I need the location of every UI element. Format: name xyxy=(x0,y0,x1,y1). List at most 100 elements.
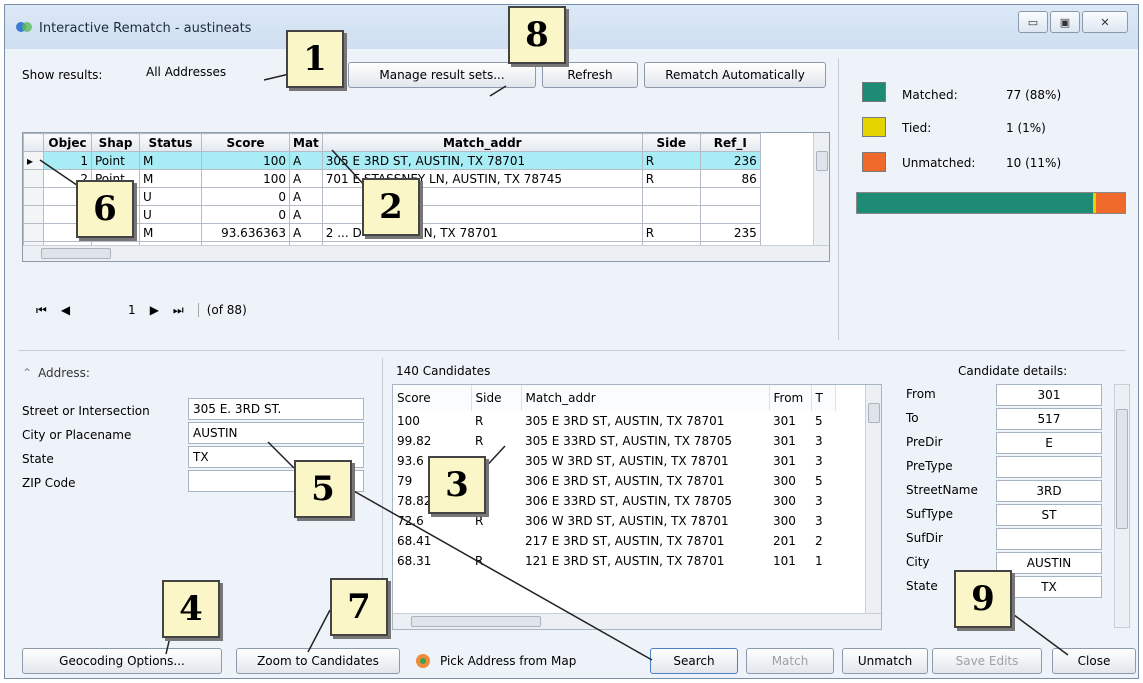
grid-col-header[interactable]: Score xyxy=(201,133,290,152)
grid-col-header[interactable]: Ref_I xyxy=(699,133,761,152)
pick-address-button[interactable]: Pick Address from Map xyxy=(414,650,576,672)
candidate-col-header[interactable]: Score xyxy=(393,385,472,411)
candidate-row[interactable]: 68.31 R 121 E 3RD ST, AUSTIN, TX 78701 101 1 xyxy=(393,551,835,571)
grid-col-header[interactable]: Mat xyxy=(289,133,323,152)
candidates-scroll-thumb[interactable] xyxy=(868,403,880,423)
matched-value: 77 (88%) xyxy=(1006,88,1062,102)
row-selector[interactable]: ▸ xyxy=(23,151,44,170)
next-page-icon[interactable]: ▶ xyxy=(150,303,159,317)
unmatched-label: Unmatched: xyxy=(902,156,976,170)
candidate-details-header: Candidate details: xyxy=(958,364,1068,378)
detail-value[interactable]: 517 xyxy=(996,408,1102,430)
table-cell: 0 xyxy=(201,205,290,224)
candidate-col-header[interactable]: T xyxy=(811,385,836,411)
candidate-cell: 300 xyxy=(773,494,796,508)
candidate-row[interactable]: 99.82 R 305 E 33RD ST, AUSTIN, TX 78705 301… xyxy=(393,431,835,451)
grid-col-header[interactable]: Side xyxy=(641,133,701,152)
close-button[interactable]: Close xyxy=(1052,648,1136,674)
results-grid[interactable]: Objec Shap Status Score Mat Match_addr Side Ref… xyxy=(22,132,830,262)
zoom-to-candidates-button[interactable]: Zoom to Candidates xyxy=(236,648,400,674)
row-selector[interactable] xyxy=(23,223,44,242)
first-page-icon[interactable]: ⏮ xyxy=(36,303,47,318)
row-selector[interactable] xyxy=(23,205,44,224)
callout-8: 8 xyxy=(508,6,566,64)
geocoding-options-button[interactable]: Geocoding Options... xyxy=(22,648,222,674)
table-cell: R xyxy=(641,169,701,188)
candidate-col-header[interactable]: Side xyxy=(471,385,522,411)
detail-value[interactable]: 3RD xyxy=(996,480,1102,502)
detail-value[interactable]: E xyxy=(996,432,1102,454)
table-cell: U xyxy=(139,187,202,206)
detail-key: SufType xyxy=(906,507,954,521)
details-scrollbar[interactable] xyxy=(1114,384,1130,628)
match-button[interactable]: Match xyxy=(746,648,834,674)
matched-swatch xyxy=(862,82,886,102)
manage-result-sets-button[interactable]: Manage result sets... xyxy=(348,62,536,88)
callout-2: 2 xyxy=(362,178,420,236)
show-results-label: Show results: xyxy=(22,68,103,82)
detail-key: State xyxy=(906,579,938,593)
table-row[interactable]: ▸ 1 Point M 100 A 305 E 3RD ST, AUSTIN, TX 787… xyxy=(23,151,761,170)
candidate-cell: 301 xyxy=(773,414,796,428)
detail-row: From 301 xyxy=(902,384,1102,406)
candidate-cell: 301 xyxy=(773,434,796,448)
unmatch-button[interactable]: Unmatch xyxy=(842,648,928,674)
details-scroll-thumb[interactable] xyxy=(1116,409,1128,529)
detail-key: To xyxy=(906,411,919,425)
rematch-automatically-button[interactable]: Rematch Automatically xyxy=(644,62,826,88)
detail-value[interactable]: 301 xyxy=(996,384,1102,406)
candidate-row[interactable]: 100 R 305 E 3RD ST, AUSTIN, TX 78701 301 5 xyxy=(393,411,835,431)
row-selector[interactable] xyxy=(23,169,44,188)
address-header-label: Address: xyxy=(38,366,90,380)
grid-vertical-scrollbar[interactable] xyxy=(813,133,829,245)
city-input[interactable]: AUSTIN xyxy=(188,422,364,444)
unmatched-bar-segment xyxy=(1095,193,1125,213)
detail-key: PreDir xyxy=(906,435,943,449)
pick-address-label: Pick Address from Map xyxy=(440,654,577,668)
show-results-select[interactable]: All Addresses xyxy=(142,62,302,86)
row-selector[interactable] xyxy=(23,187,44,206)
detail-row: SufType ST xyxy=(902,504,1102,526)
candidates-vertical-scrollbar[interactable] xyxy=(865,385,881,613)
grid-scroll-thumb[interactable] xyxy=(816,151,828,171)
panel-divider xyxy=(838,58,839,340)
maximize-button[interactable]: ▣ xyxy=(1050,11,1080,33)
candidate-row[interactable]: 68.41 217 E 3RD ST, AUSTIN, TX 78701 201 2 xyxy=(393,531,835,551)
page-number-input[interactable]: 1 xyxy=(128,303,136,317)
detail-value[interactable] xyxy=(996,456,1102,478)
street-input[interactable]: 305 E. 3RD ST. xyxy=(188,398,364,420)
prev-page-icon[interactable]: ◀ xyxy=(61,303,70,317)
table-cell: M xyxy=(139,223,202,242)
grid-hscroll-thumb[interactable] xyxy=(41,248,111,259)
candidate-row[interactable]: 72.6 R 306 W 3RD ST, AUSTIN, TX 78701 300 3 xyxy=(393,511,835,531)
candidates-hscroll-thumb[interactable] xyxy=(411,616,541,627)
last-page-icon[interactable]: ⏭ xyxy=(173,303,184,318)
table-cell xyxy=(699,187,761,206)
detail-value[interactable]: ST xyxy=(996,504,1102,526)
grid-horizontal-scrollbar[interactable] xyxy=(23,245,829,261)
candidate-cell: 2 xyxy=(815,534,823,548)
grid-col-header[interactable]: Match_addr xyxy=(321,133,643,152)
candidates-horizontal-scrollbar[interactable] xyxy=(393,613,881,629)
table-cell: Point xyxy=(91,151,140,170)
close-window-button[interactable]: ✕ xyxy=(1082,11,1128,33)
minimize-button[interactable]: ▭ xyxy=(1018,11,1048,33)
save-edits-button[interactable]: Save Edits xyxy=(932,648,1042,674)
candidate-cell: R xyxy=(475,414,484,428)
grid-col-header[interactable]: Shap xyxy=(91,133,140,152)
candidate-cell: 5 xyxy=(815,414,823,428)
table-cell xyxy=(641,187,701,206)
search-button[interactable]: Search xyxy=(650,648,738,674)
table-cell: 93.636363 xyxy=(201,223,290,242)
candidate-col-header[interactable]: Match_addr xyxy=(521,385,770,411)
detail-value[interactable] xyxy=(996,528,1102,550)
refresh-button[interactable]: Refresh xyxy=(542,62,638,88)
detail-row: PreDir E xyxy=(902,432,1102,454)
grid-col-header[interactable]: Status xyxy=(139,133,202,152)
collapse-icon[interactable]: ⌃ xyxy=(22,366,32,380)
candidate-col-header[interactable]: From xyxy=(769,385,812,411)
table-cell: R xyxy=(641,223,701,242)
candidate-cell: 3 xyxy=(815,434,823,448)
grid-col-header[interactable]: Objec xyxy=(43,133,92,152)
pick-address-map-icon xyxy=(416,654,430,668)
